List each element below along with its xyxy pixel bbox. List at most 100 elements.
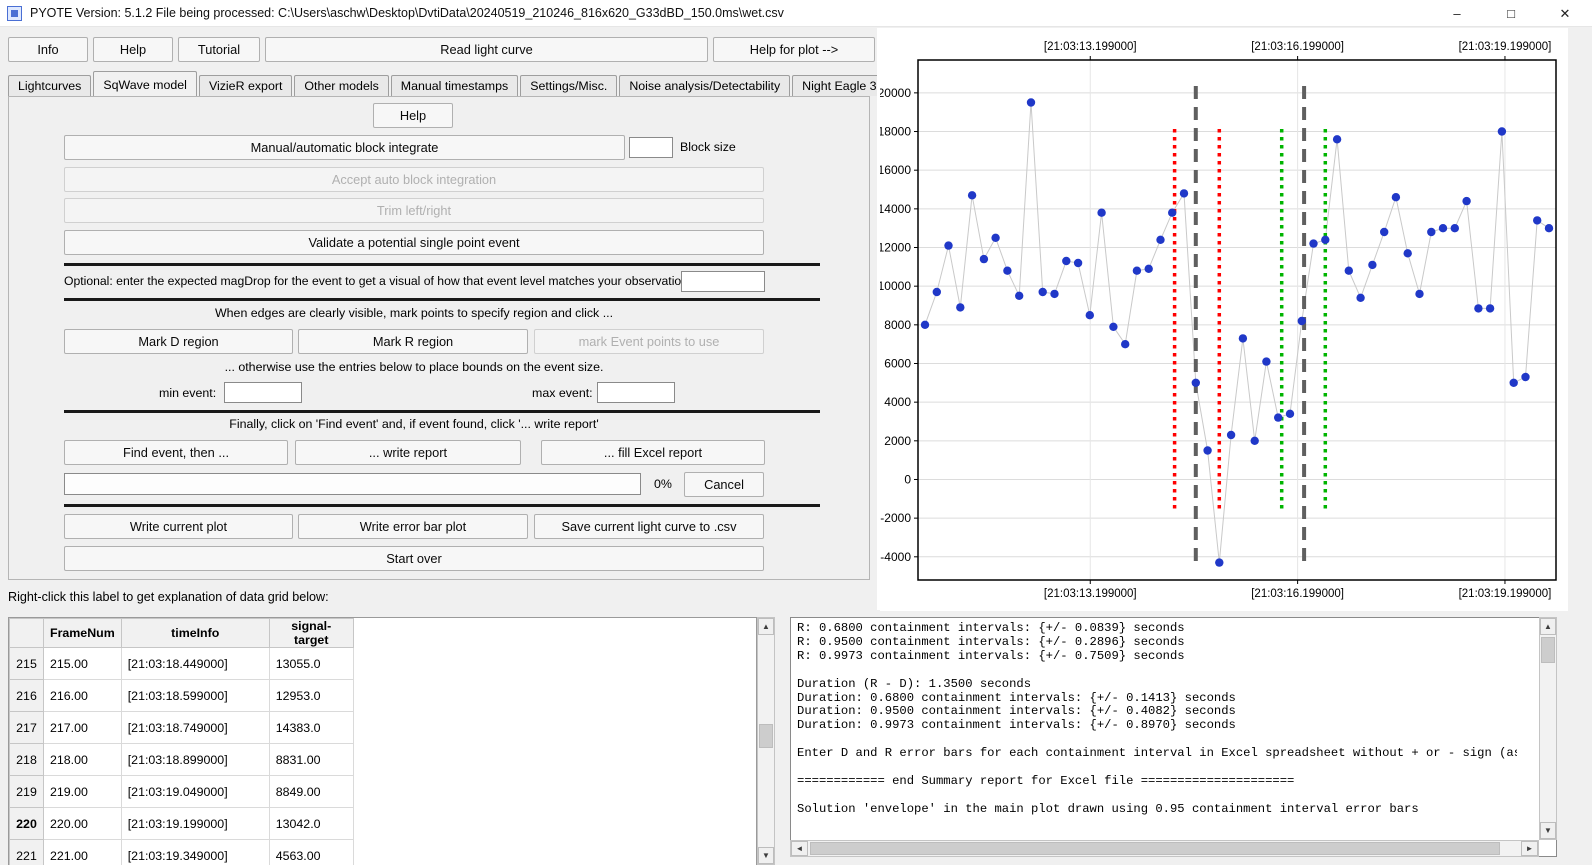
write-error-bar-plot-button[interactable]: Write error bar plot (298, 514, 528, 539)
data-point[interactable] (1227, 431, 1235, 439)
row-header[interactable]: 221 (10, 840, 44, 865)
data-point[interactable] (1109, 323, 1117, 331)
read-light-curve-button[interactable]: Read light curve (265, 37, 708, 62)
row-header[interactable]: 218 (10, 744, 44, 776)
report-vertical-scrollbar[interactable]: ▲ ▼ (1539, 617, 1557, 840)
data-point[interactable] (933, 288, 941, 296)
maximize-icon[interactable]: □ (1484, 0, 1538, 27)
cell-timeinfo[interactable]: [21:03:19.349000] (121, 840, 269, 865)
data-point[interactable] (1274, 413, 1282, 421)
cell-signal-target[interactable]: 8849.00 (269, 776, 353, 808)
cell-framenum[interactable]: 216.00 (44, 680, 122, 712)
data-point[interactable] (1333, 135, 1341, 143)
data-grid[interactable]: FrameNumtimeInfosignal-target215215.00[2… (8, 617, 757, 865)
cell-framenum[interactable]: 218.00 (44, 744, 122, 776)
minimize-icon[interactable]: – (1430, 0, 1484, 27)
data-point[interactable] (1545, 224, 1553, 232)
panel-help-button[interactable]: Help (373, 103, 453, 128)
grid-explanation-label[interactable]: Right-click this label to get explanatio… (8, 590, 329, 604)
block-size-input[interactable] (629, 137, 673, 158)
data-point[interactable] (1121, 340, 1129, 348)
cell-framenum[interactable]: 221.00 (44, 840, 122, 865)
cell-framenum[interactable]: 220.00 (44, 808, 122, 840)
data-point[interactable] (1321, 236, 1329, 244)
grid-scrollbar-thumb[interactable] (759, 724, 773, 748)
tab-night-eagle-3[interactable]: Night Eagle 3 (792, 75, 886, 96)
data-point[interactable] (1027, 98, 1035, 106)
scroll-left-icon[interactable]: ◄ (791, 841, 808, 856)
data-point[interactable] (921, 321, 929, 329)
mark-r-region-button[interactable]: Mark R region (298, 329, 528, 354)
data-point[interactable] (980, 255, 988, 263)
report-hscrollbar-thumb[interactable] (810, 842, 1500, 855)
data-point[interactable] (1368, 261, 1376, 269)
data-point[interactable] (1439, 224, 1447, 232)
accept-auto-block-button[interactable]: Accept auto block integration (64, 167, 764, 192)
data-point[interactable] (1203, 446, 1211, 454)
tab-vizier-export[interactable]: VizieR export (199, 75, 292, 96)
tab-settings-misc-[interactable]: Settings/Misc. (520, 75, 617, 96)
mark-d-region-button[interactable]: Mark D region (64, 329, 293, 354)
column-header-signal-target[interactable]: signal-target (269, 619, 353, 648)
data-point[interactable] (1262, 357, 1270, 365)
data-point[interactable] (1404, 249, 1412, 257)
cell-framenum[interactable]: 219.00 (44, 776, 122, 808)
data-point[interactable] (956, 303, 964, 311)
data-point[interactable] (1015, 292, 1023, 300)
data-point[interactable] (1168, 209, 1176, 217)
data-point[interactable] (1097, 209, 1105, 217)
data-point[interactable] (1286, 410, 1294, 418)
row-header[interactable]: 220 (10, 808, 44, 840)
trim-left-right-button[interactable]: Trim left/right (64, 198, 764, 223)
scroll-down-icon[interactable]: ▼ (758, 847, 774, 864)
data-point[interactable] (1498, 127, 1506, 135)
data-point[interactable] (1521, 373, 1529, 381)
scroll-right-icon[interactable]: ► (1521, 841, 1538, 856)
data-point[interactable] (1039, 288, 1047, 296)
tab-other-models[interactable]: Other models (294, 75, 388, 96)
tab-lightcurves[interactable]: Lightcurves (8, 75, 91, 96)
grid-vertical-scrollbar[interactable]: ▲ ▼ (757, 617, 775, 865)
scroll-up-icon[interactable]: ▲ (758, 618, 774, 635)
column-header-timeinfo[interactable]: timeInfo (121, 619, 269, 648)
row-header[interactable]: 217 (10, 712, 44, 744)
cell-framenum[interactable]: 217.00 (44, 712, 122, 744)
data-point[interactable] (1145, 265, 1153, 273)
magdrop-input[interactable] (681, 271, 765, 292)
cell-timeinfo[interactable]: [21:03:19.199000] (121, 808, 269, 840)
data-point[interactable] (1133, 267, 1141, 275)
tutorial-button[interactable]: Tutorial (178, 37, 260, 62)
scroll-down-icon[interactable]: ▼ (1540, 822, 1556, 839)
write-report-button[interactable]: ... write report (295, 440, 521, 465)
cell-signal-target[interactable]: 13055.0 (269, 648, 353, 680)
find-event-button[interactable]: Find event, then ... (64, 440, 288, 465)
data-point[interactable] (1510, 379, 1518, 387)
cell-timeinfo[interactable]: [21:03:18.899000] (121, 744, 269, 776)
info-button[interactable]: Info (8, 37, 88, 62)
data-point[interactable] (1062, 257, 1070, 265)
report-scrollbar-thumb[interactable] (1541, 637, 1555, 663)
data-point[interactable] (1050, 290, 1058, 298)
min-event-input[interactable] (224, 382, 302, 403)
column-header-framenum[interactable]: FrameNum (44, 619, 122, 648)
data-point[interactable] (1392, 193, 1400, 201)
help-button[interactable]: Help (93, 37, 173, 62)
data-point[interactable] (1356, 294, 1364, 302)
mark-event-points-button[interactable]: mark Event points to use (534, 329, 764, 354)
close-icon[interactable]: ✕ (1538, 0, 1592, 27)
data-point[interactable] (1415, 290, 1423, 298)
row-header[interactable]: 219 (10, 776, 44, 808)
data-point[interactable] (1533, 216, 1541, 224)
data-point[interactable] (1309, 239, 1317, 247)
data-point[interactable] (1474, 304, 1482, 312)
cell-timeinfo[interactable]: [21:03:18.449000] (121, 648, 269, 680)
data-point[interactable] (944, 241, 952, 249)
cell-timeinfo[interactable]: [21:03:18.599000] (121, 680, 269, 712)
scroll-up-icon[interactable]: ▲ (1540, 618, 1556, 635)
start-over-button[interactable]: Start over (64, 546, 764, 571)
report-horizontal-scrollbar[interactable]: ◄ ► (790, 840, 1539, 857)
data-point[interactable] (1215, 558, 1223, 566)
write-current-plot-button[interactable]: Write current plot (64, 514, 293, 539)
help-for-plot-button[interactable]: Help for plot --> (713, 37, 875, 62)
cell-signal-target[interactable]: 12953.0 (269, 680, 353, 712)
